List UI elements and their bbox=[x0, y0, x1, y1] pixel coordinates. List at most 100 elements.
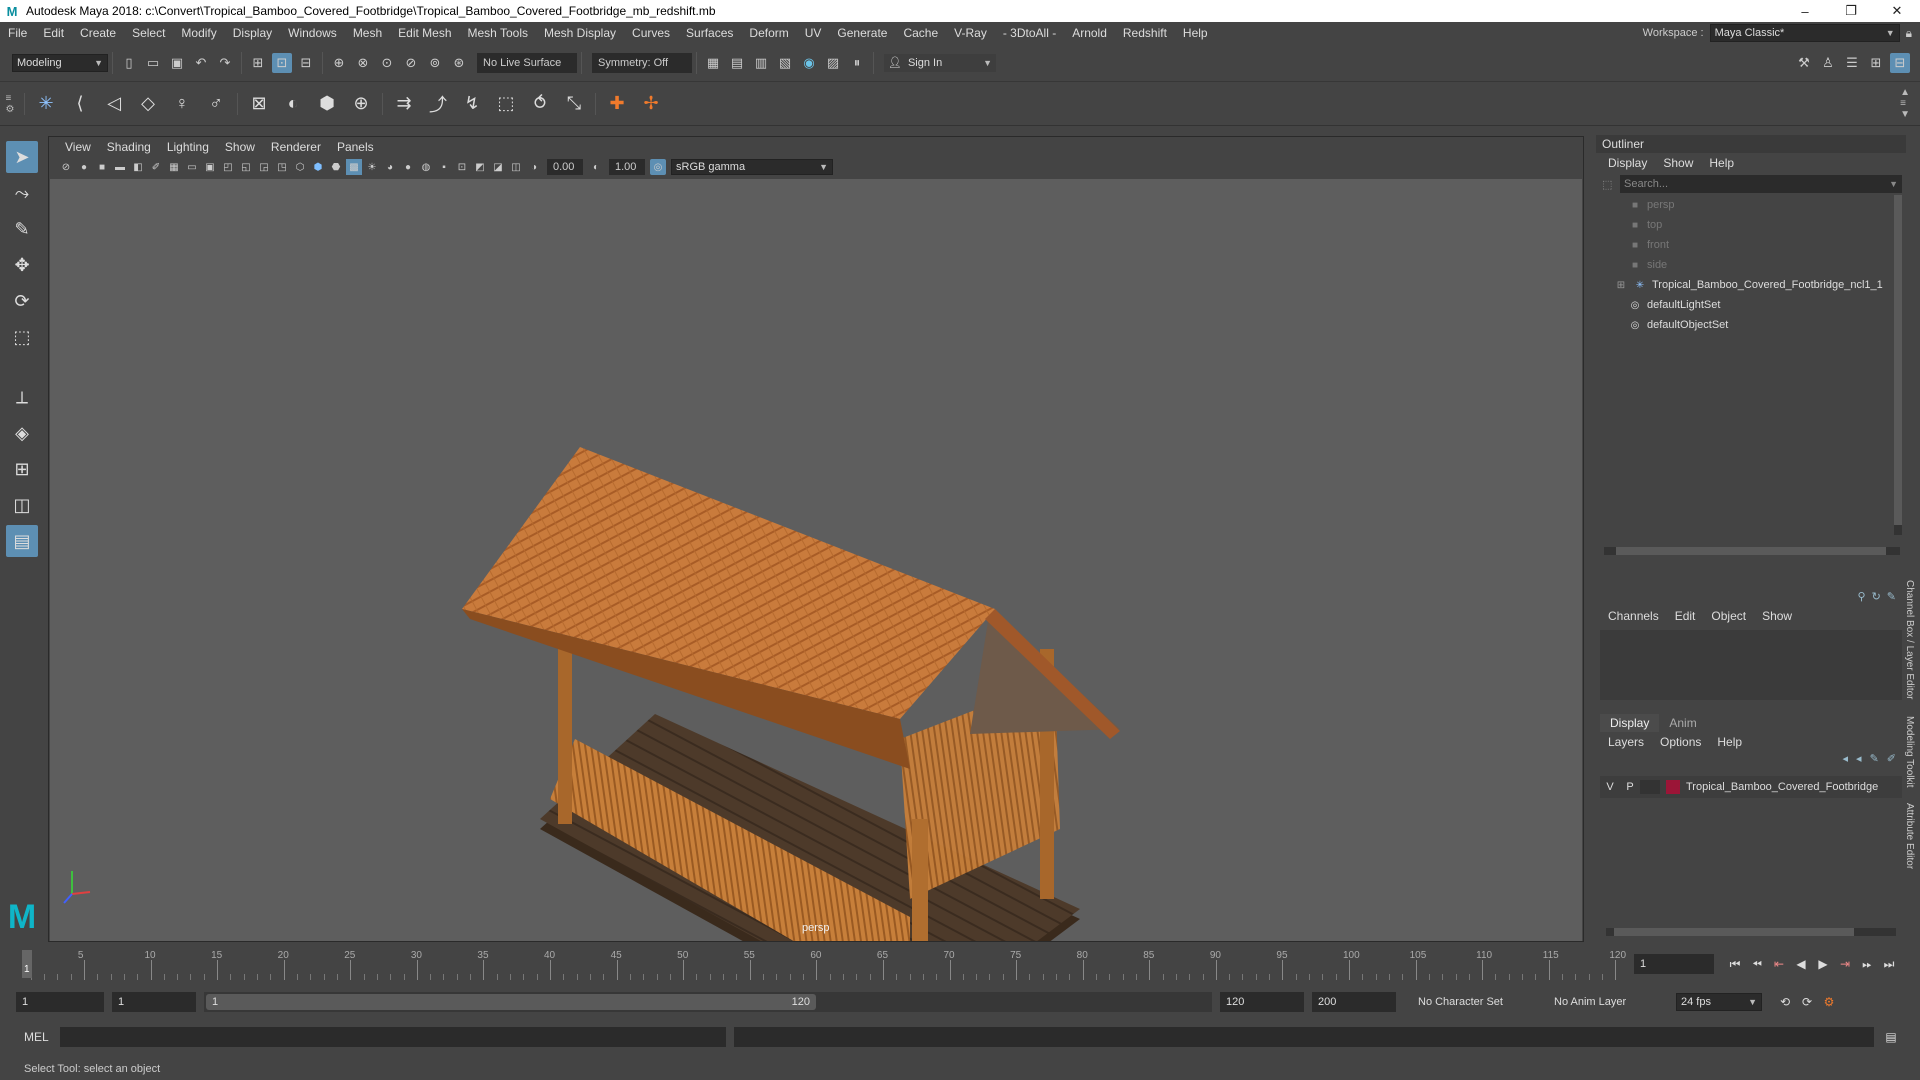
current-frame-field[interactable]: 1 bbox=[1634, 954, 1714, 974]
viewport-menu-shading[interactable]: Shading bbox=[99, 140, 159, 154]
skeleton-icon[interactable]: ♀ bbox=[167, 89, 197, 119]
menu-arnold[interactable]: Arnold bbox=[1064, 26, 1115, 40]
bridge-icon[interactable]: ◇ bbox=[133, 89, 163, 119]
tool-settings-icon[interactable]: ⊞ bbox=[1866, 53, 1886, 73]
outliner-filter-icon[interactable]: ⬚ bbox=[1602, 178, 1612, 191]
workspace-dropdown[interactable]: Maya Classic* ▼ bbox=[1709, 24, 1900, 42]
outliner-menu-show[interactable]: Show bbox=[1655, 156, 1701, 170]
channel-toggle-icon[interactable]: ⚲ bbox=[1858, 590, 1866, 606]
undo-icon[interactable]: ↶ bbox=[191, 53, 211, 73]
close-button[interactable]: ✕ bbox=[1874, 0, 1920, 22]
grid-icon[interactable]: ▦ bbox=[166, 159, 182, 175]
wire-icon[interactable]: ⤡ bbox=[559, 89, 589, 119]
xray-components-icon[interactable]: ◫ bbox=[508, 159, 524, 175]
go-to-end-icon[interactable]: ⏭︎ bbox=[1878, 954, 1900, 974]
step-forward-frame-icon[interactable]: ⇥ bbox=[1834, 954, 1856, 974]
last-tool-icon[interactable]: ⟂ bbox=[6, 381, 38, 413]
channel-menu-channels[interactable]: Channels bbox=[1600, 609, 1667, 623]
menu-curves[interactable]: Curves bbox=[624, 26, 678, 40]
film-gate-icon[interactable]: ▭ bbox=[184, 159, 200, 175]
multi-cut-icon[interactable]: ⊠ bbox=[244, 89, 274, 119]
menu-edit-mesh[interactable]: Edit Mesh bbox=[390, 26, 459, 40]
move-tool-icon[interactable]: ✥ bbox=[6, 249, 38, 281]
outliner-menu-display[interactable]: Display bbox=[1600, 156, 1655, 170]
snap-point-icon[interactable]: ⊙ bbox=[377, 53, 397, 73]
add-node-icon[interactable]: ✚ bbox=[602, 89, 632, 119]
grease-pencil-icon[interactable]: ✐ bbox=[148, 159, 164, 175]
lock-icon[interactable]: 🔒︎ bbox=[1906, 26, 1912, 41]
poly-asterisk-icon[interactable]: ✳︎ bbox=[31, 89, 61, 119]
snap-surface-icon[interactable]: ⊚ bbox=[425, 53, 445, 73]
twist-icon[interactable]: ⥀ bbox=[525, 89, 555, 119]
menu-3dtoall[interactable]: - 3DtoAll - bbox=[995, 26, 1064, 40]
outliner-search-input[interactable]: Search... ▼ bbox=[1620, 175, 1902, 193]
tab-modeling-toolkit[interactable]: Modeling Toolkit bbox=[1904, 716, 1915, 788]
color-space-dropdown[interactable]: sRGB gamma ▼ bbox=[671, 159, 833, 175]
viewport-menu-view[interactable]: View bbox=[57, 140, 99, 154]
menu-redshift[interactable]: Redshift bbox=[1115, 26, 1175, 40]
character-controls-icon[interactable]: ♙ bbox=[1818, 53, 1838, 73]
motion-blur-icon[interactable]: ◍ bbox=[418, 159, 434, 175]
outliner-item-defaultlightset[interactable]: ◎ defaultLightSet bbox=[1596, 295, 1906, 315]
menu-mesh[interactable]: Mesh bbox=[345, 26, 390, 40]
channel-refresh-icon[interactable]: ↻ bbox=[1872, 590, 1881, 606]
move-layer-down-icon[interactable]: ◂ bbox=[1856, 752, 1862, 772]
outliner-scrollbar[interactable] bbox=[1604, 547, 1900, 555]
wireframe-on-shaded-icon[interactable]: ⬣ bbox=[328, 159, 344, 175]
time-slider[interactable]: 5 10 15 20 25 30 35 40 45 50 55 60 65 70 75 80 85 90 95 100… bbox=[16, 948, 1628, 980]
lasso-tool-icon[interactable]: ⤳ bbox=[6, 177, 38, 209]
viewport-menu-renderer[interactable]: Renderer bbox=[263, 140, 329, 154]
redo-icon[interactable]: ↷ bbox=[215, 53, 235, 73]
menu-windows[interactable]: Windows bbox=[280, 26, 345, 40]
layer-color-swatch[interactable] bbox=[1666, 780, 1680, 794]
layer-scrollbar[interactable] bbox=[1606, 928, 1896, 936]
outliner-menu-help[interactable]: Help bbox=[1701, 156, 1742, 170]
attribute-editor-icon[interactable]: ☰ bbox=[1842, 53, 1862, 73]
menu-display[interactable]: Display bbox=[225, 26, 280, 40]
2d-pan-icon[interactable]: ◧ bbox=[130, 159, 146, 175]
soft-select-icon[interactable]: ◈ bbox=[6, 417, 38, 449]
menu-create[interactable]: Create bbox=[72, 26, 124, 40]
snap-grid-icon[interactable]: ⊕ bbox=[329, 53, 349, 73]
outliner-item-top[interactable]: ■ top bbox=[1596, 215, 1906, 235]
scale-box-icon[interactable]: ⬚ bbox=[491, 89, 521, 119]
menu-surfaces[interactable]: Surfaces bbox=[678, 26, 741, 40]
channel-edit-icon[interactable]: ✎ bbox=[1887, 590, 1896, 606]
render-settings-icon[interactable]: ▥ bbox=[751, 53, 771, 73]
layout-outliner-icon[interactable]: ▤ bbox=[6, 525, 38, 557]
range-slider[interactable]: 1 120 bbox=[204, 992, 1212, 1012]
fps-dropdown[interactable]: 24 fps ▼ bbox=[1676, 993, 1762, 1011]
character-set-dropdown[interactable]: No Character Set bbox=[1414, 993, 1544, 1011]
shadows-icon[interactable]: ◕ bbox=[382, 159, 398, 175]
render-current-icon[interactable]: ▦ bbox=[703, 53, 723, 73]
menu-help[interactable]: Help bbox=[1175, 26, 1216, 40]
bookmark-icon[interactable]: ■ bbox=[94, 159, 110, 175]
paint-select-tool-icon[interactable]: ✎ bbox=[6, 213, 38, 245]
minimize-button[interactable]: – bbox=[1782, 0, 1828, 22]
bevel-icon[interactable]: ⟨ bbox=[65, 89, 95, 119]
modeling-toolkit-icon[interactable]: ⚒︎ bbox=[1794, 53, 1814, 73]
animation-end-field[interactable]: 200 bbox=[1312, 992, 1396, 1012]
select-component-icon[interactable]: ⊟ bbox=[296, 53, 316, 73]
camera-select-icon[interactable]: ⊘ bbox=[58, 159, 74, 175]
mode-dropdown[interactable]: Modeling ▼ bbox=[12, 53, 108, 72]
xray-joints-icon[interactable]: ◪ bbox=[490, 159, 506, 175]
smooth-shade-icon[interactable]: ⬢ bbox=[310, 159, 326, 175]
xray-icon[interactable]: ◩ bbox=[472, 159, 488, 175]
rig-icon[interactable]: ♂ bbox=[201, 89, 231, 119]
resolution-gate-icon[interactable]: ▣ bbox=[202, 159, 218, 175]
viewport-menu-panels[interactable]: Panels bbox=[329, 140, 382, 154]
play-backward-icon[interactable]: ◀ bbox=[1790, 954, 1812, 974]
menu-modify[interactable]: Modify bbox=[173, 26, 224, 40]
step-forward-key-icon[interactable]: ⏩︎ bbox=[1856, 954, 1878, 974]
playback-start-field[interactable]: 1 bbox=[112, 992, 196, 1012]
move-layer-up-icon[interactable]: ◂ bbox=[1843, 752, 1849, 772]
wireframe-icon[interactable]: ⬡ bbox=[292, 159, 308, 175]
render-sequence-icon[interactable]: ▨ bbox=[823, 53, 843, 73]
exposure-field[interactable]: 0.00 bbox=[547, 159, 583, 175]
screen-space-ao-icon[interactable]: ● bbox=[400, 159, 416, 175]
color-management-icon[interactable]: ◎ bbox=[650, 159, 666, 175]
field-chart-icon[interactable]: ◱ bbox=[238, 159, 254, 175]
tab-channel-box[interactable]: Channel Box / Layer Editor bbox=[1904, 580, 1915, 700]
command-input[interactable] bbox=[60, 1027, 726, 1047]
